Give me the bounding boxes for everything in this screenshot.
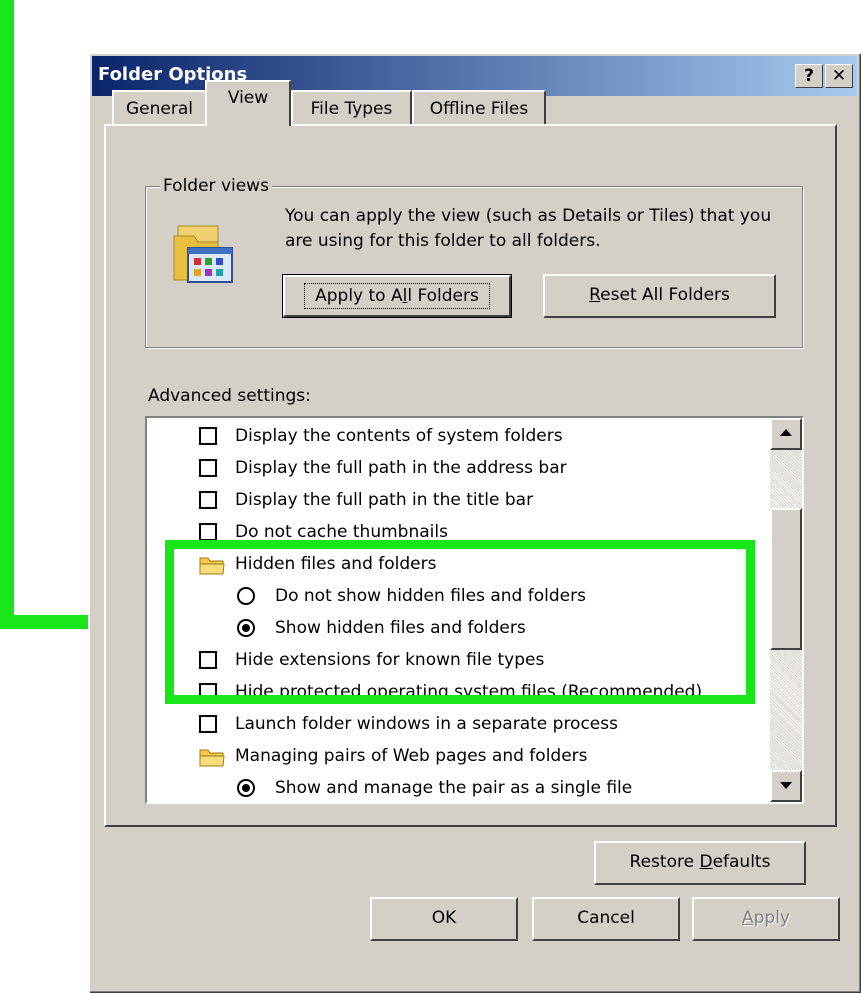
button-label: OK	[431, 908, 457, 928]
help-icon: ?	[804, 66, 814, 86]
list-item-label: Hidden files and folders	[235, 554, 437, 574]
tab-offline-files[interactable]: Offline Files	[412, 90, 546, 124]
checkbox[interactable]	[199, 651, 217, 669]
radio-button[interactable]	[237, 587, 255, 605]
list-item-label: Display the full path in the address bar	[235, 458, 567, 478]
checkbox[interactable]	[199, 459, 217, 477]
apply-to-all-folders-button[interactable]: Apply to All Folders	[282, 274, 512, 318]
folder-views-legend: Folder views	[160, 176, 272, 196]
list-item-label: Display the full path in the title bar	[235, 490, 534, 510]
checkbox[interactable]	[199, 491, 217, 509]
advanced-settings-label: Advanced settings:	[148, 386, 311, 406]
advanced-settings-list[interactable]: Display the contents of system folders Di…	[145, 416, 804, 804]
list-item[interactable]: Display the full path in the address bar	[147, 452, 765, 484]
list-item[interactable]: Do not show hidden files and folders	[147, 580, 765, 612]
list-item-label: Display the contents of system folders	[235, 426, 563, 446]
button-label: Restore Defaults	[629, 852, 771, 872]
apply-button[interactable]: Apply	[692, 897, 840, 941]
checkbox[interactable]	[199, 427, 217, 445]
list-item-label: Show hidden files and folders	[275, 618, 526, 638]
tab-label: Offline Files	[429, 99, 529, 119]
arrow-up-icon	[780, 429, 792, 436]
radio-button[interactable]	[237, 619, 255, 637]
button-label: Reset All Folders	[589, 285, 730, 305]
list-item[interactable]: Show hidden files and folders	[147, 612, 765, 644]
tab-general[interactable]: General	[112, 90, 207, 124]
list-item-label: Do not cache thumbnails	[235, 522, 448, 542]
list-item[interactable]: Display the contents of system folders	[147, 420, 765, 452]
list-item-label: Show and manage the pair as a single fil…	[275, 778, 633, 798]
ok-button[interactable]: OK	[370, 897, 518, 941]
folder-views-icon	[172, 222, 238, 292]
list-item[interactable]: Launch folder windows in a separate proc…	[147, 708, 765, 740]
list-item[interactable]: Hide extensions for known file types	[147, 644, 765, 676]
list-item[interactable]: Display the full path in the title bar	[147, 484, 765, 516]
list-item[interactable]: Show and manage the pair as a single fil…	[147, 772, 765, 802]
checkbox[interactable]	[199, 715, 217, 733]
list-item-label: Launch folder windows in a separate proc…	[235, 714, 618, 734]
checkbox[interactable]	[199, 523, 217, 541]
scroll-thumb[interactable]	[770, 508, 802, 650]
help-button[interactable]: ?	[795, 64, 823, 88]
button-label: Apply	[741, 908, 790, 928]
folder-views-description: You can apply the view (such as Details …	[285, 206, 772, 251]
tab-label: View	[227, 88, 269, 108]
tab-view[interactable]: View	[205, 80, 291, 126]
vertical-scrollbar[interactable]	[770, 418, 802, 802]
scroll-up-button[interactable]	[770, 418, 802, 450]
list-item-label: Hide protected operating system files (R…	[235, 682, 703, 702]
checkbox[interactable]	[199, 683, 217, 701]
button-label: Apply to All Folders	[304, 283, 490, 309]
list-item[interactable]: Hide protected operating system files (R…	[147, 676, 765, 708]
list-item-label: Hide extensions for known file types	[235, 650, 545, 670]
arrow-down-icon	[780, 782, 792, 789]
scroll-down-button[interactable]	[770, 770, 802, 802]
annotation-arrow-shaft	[0, 0, 14, 629]
button-label: Cancel	[577, 908, 635, 928]
list-item-label: Do not show hidden files and folders	[275, 586, 586, 606]
list-item[interactable]: Do not cache thumbnails	[147, 516, 765, 548]
close-icon: ✕	[831, 66, 847, 86]
tab-file-types[interactable]: File Types	[291, 90, 412, 124]
close-button[interactable]: ✕	[825, 64, 853, 88]
reset-all-folders-button[interactable]: Reset All Folders	[543, 274, 776, 318]
list-item: Managing pairs of Web pages and folders	[147, 740, 765, 772]
list-item: Hidden files and folders	[147, 548, 765, 580]
list-item-label: Managing pairs of Web pages and folders	[235, 746, 588, 766]
tab-label: General	[126, 99, 193, 119]
tab-label: File Types	[310, 99, 393, 119]
cancel-button[interactable]: Cancel	[532, 897, 680, 941]
restore-defaults-button[interactable]: Restore Defaults	[594, 841, 806, 885]
radio-button[interactable]	[237, 779, 255, 797]
